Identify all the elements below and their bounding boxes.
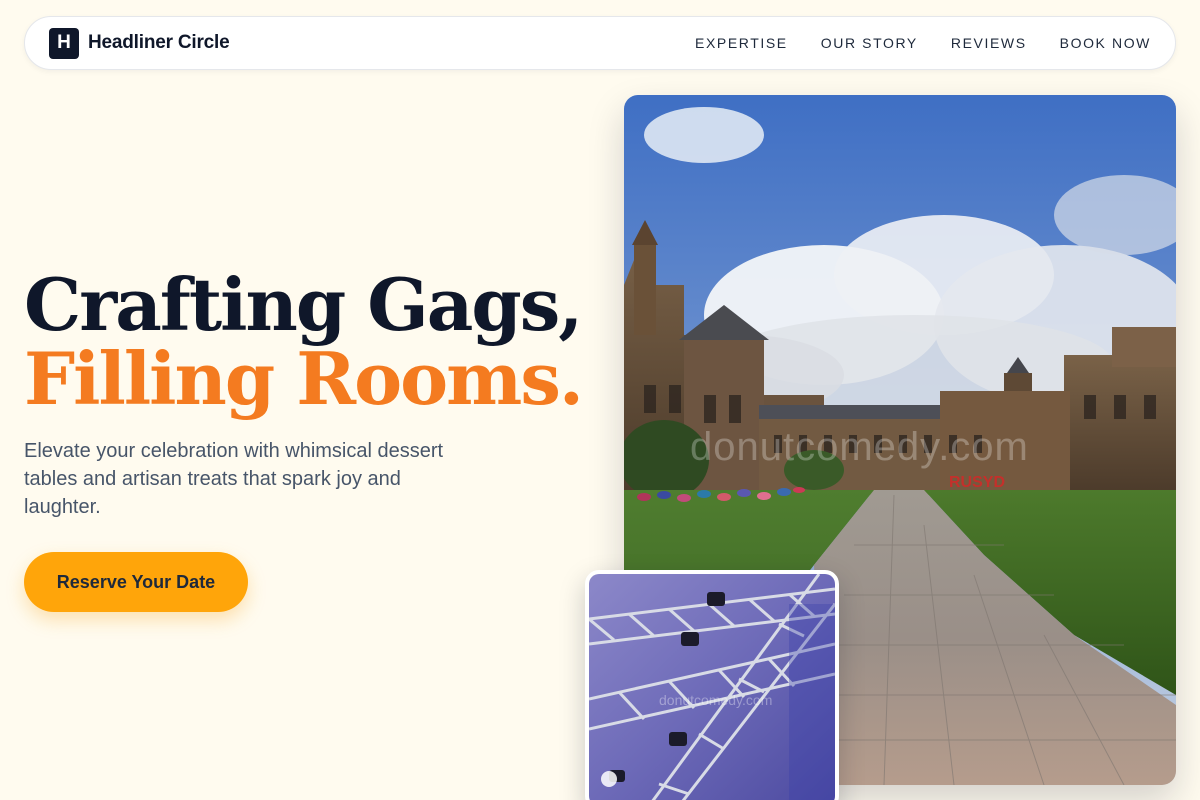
stage-truss-photo <box>589 574 835 800</box>
brand-logo[interactable]: H Headliner Circle <box>49 27 230 59</box>
nav-link-reviews[interactable]: REVIEWS <box>951 35 1027 51</box>
site-header: H Headliner Circle EXPERTISE OUR STORY R… <box>24 16 1176 70</box>
hero-secondary-photo: donutcomedy.com <box>585 570 839 800</box>
nav-link-expertise[interactable]: EXPERTISE <box>695 35 788 51</box>
nav-link-book-now[interactable]: BOOK NOW <box>1060 35 1151 51</box>
nav-link-our-story[interactable]: OUR STORY <box>821 35 918 51</box>
reserve-date-button[interactable]: Reserve Your Date <box>24 552 248 612</box>
hero-title: Crafting Gags, Filling Rooms. <box>24 262 584 421</box>
hero-title-line-2: Filling Rooms. <box>24 336 584 421</box>
brand-name: Headliner Circle <box>88 32 230 53</box>
svg-text:RUSYD: RUSYD <box>949 474 1005 491</box>
logo-mark: H <box>49 27 79 59</box>
main-nav: EXPERTISE OUR STORY REVIEWS BOOK NOW <box>695 35 1151 51</box>
hero-title-line-1: Crafting Gags, <box>24 262 583 347</box>
hero-subtitle: Elevate your celebration with whimsical … <box>24 440 444 518</box>
